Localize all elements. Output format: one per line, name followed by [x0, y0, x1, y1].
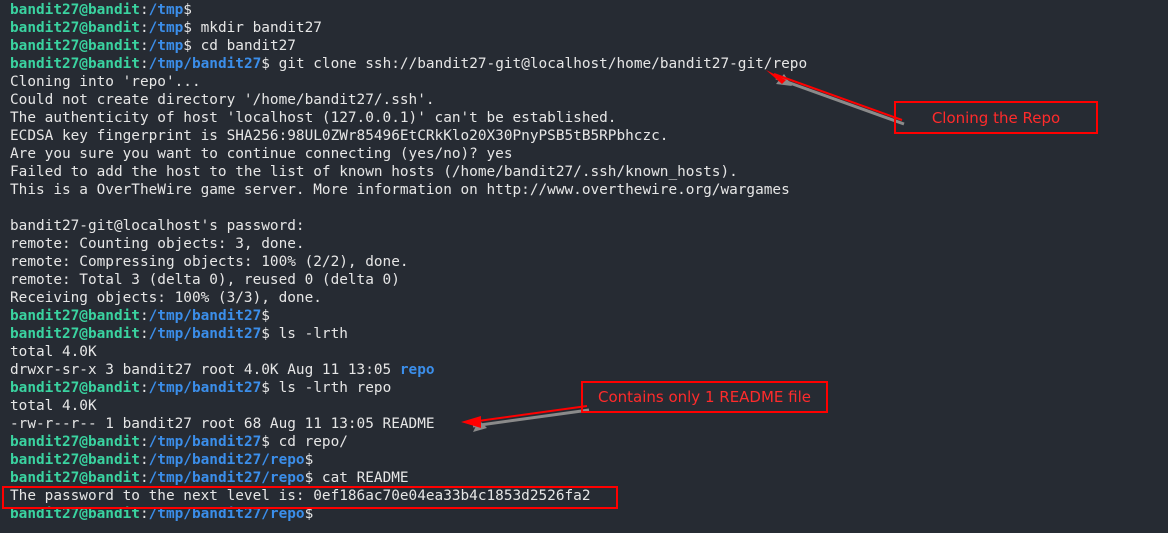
terminal-output-line: Cloning into 'repo'...: [10, 73, 807, 91]
output-text: remote: Counting objects: 3, done.: [10, 236, 305, 252]
output-text: remote: Total 3 (delta 0), reused 0 (del…: [10, 272, 400, 288]
terminal-listing-line: drwxr-sr-x 3 bandit27 root 4.0K Aug 11 1…: [10, 361, 807, 379]
prompt-dollar: $: [261, 56, 270, 72]
terminal-command: cd bandit27: [191, 38, 296, 54]
prompt-dollar: $: [183, 38, 192, 54]
terminal-output-line: This is a OverTheWire game server. More …: [10, 181, 807, 199]
terminal-prompt-line: bandit27@bandit:/tmp$ mkdir bandit27: [10, 19, 807, 37]
prompt-separator: :: [139, 2, 149, 18]
prompt-path: /tmp: [148, 38, 184, 54]
callout-clone-label: Cloning the Repo: [931, 108, 1061, 127]
output-text: -rw-r--r-- 1 bandit27 root 68 Aug 11 13:…: [10, 416, 435, 432]
terminal-command: cd repo/: [269, 434, 348, 450]
output-text: Are you sure you want to continue connec…: [10, 146, 513, 162]
prompt-path: /tmp/bandit27: [148, 308, 262, 324]
prompt-user-host: bandit27@bandit: [10, 2, 140, 18]
terminal-prompt-line: bandit27@bandit:/tmp/bandit27$ cd repo/: [10, 433, 807, 451]
output-text: Receiving objects: 100% (3/3), done.: [10, 290, 322, 306]
prompt-user-host: bandit27@bandit: [10, 56, 140, 72]
terminal-command: git clone ssh://bandit27-git@localhost/h…: [269, 56, 808, 72]
terminal-command: ls -lrth: [269, 326, 348, 342]
prompt-separator: :: [139, 452, 149, 468]
prompt-separator: :: [139, 308, 149, 324]
prompt-dollar: $: [261, 326, 270, 342]
prompt-separator: :: [139, 56, 149, 72]
terminal-output-line: remote: Compressing objects: 100% (2/2),…: [10, 253, 807, 271]
prompt-separator: :: [139, 326, 149, 342]
prompt-path: /tmp: [148, 20, 184, 36]
prompt-user-host: bandit27@bandit: [10, 20, 140, 36]
listing-directory-name: repo: [399, 362, 435, 378]
terminal-output-line: ECDSA key fingerprint is SHA256:98UL0ZWr…: [10, 127, 807, 145]
terminal-output-line: remote: Total 3 (delta 0), reused 0 (del…: [10, 271, 807, 289]
prompt-user-host: bandit27@bandit: [10, 326, 140, 342]
terminal-output-line: -rw-r--r-- 1 bandit27 root 68 Aug 11 13:…: [10, 415, 807, 433]
prompt-user-host: bandit27@bandit: [10, 308, 140, 324]
prompt-path: /tmp/bandit27/repo: [148, 452, 305, 468]
output-text: Failed to add the host to the list of kn…: [10, 164, 738, 180]
output-text: bandit27-git@localhost's password:: [10, 218, 305, 234]
output-text: The authenticity of host 'localhost (127…: [10, 110, 617, 126]
prompt-separator: :: [139, 434, 149, 450]
prompt-dollar: $: [261, 434, 270, 450]
terminal-output-line: remote: Counting objects: 3, done.: [10, 235, 807, 253]
output-text: This is a OverTheWire game server. More …: [10, 182, 790, 198]
terminal-output-line: Failed to add the host to the list of kn…: [10, 163, 807, 181]
terminal-command: ls -lrth repo: [269, 380, 392, 396]
terminal-output-line: total 4.0K: [10, 343, 807, 361]
prompt-path: /tmp/bandit27: [148, 380, 262, 396]
prompt-path: /tmp/bandit27: [148, 56, 262, 72]
callout-cloning-the-repo: Cloning the Repo: [894, 101, 1098, 134]
terminal-prompt-line: bandit27@bandit:/tmp/bandit27/repo$: [10, 451, 807, 469]
terminal-output-line: Receiving objects: 100% (3/3), done.: [10, 289, 807, 307]
prompt-path: /tmp/bandit27/repo: [148, 470, 305, 486]
terminal-prompt-line: bandit27@bandit:/tmp/bandit27$: [10, 307, 807, 325]
terminal-output-line: The authenticity of host 'localhost (127…: [10, 109, 807, 127]
output-text: total 4.0K: [10, 398, 97, 414]
prompt-user-host: bandit27@bandit: [10, 452, 140, 468]
prompt-dollar: $: [261, 308, 270, 324]
terminal-command: cat README: [313, 470, 409, 486]
callout-contains-only-one-readme: Contains only 1 README file: [581, 381, 828, 413]
output-text: Could not create directory '/home/bandit…: [10, 92, 435, 108]
prompt-path: /tmp/bandit27: [148, 326, 262, 342]
terminal-prompt-line: bandit27@bandit:/tmp/bandit27$ ls -lrth: [10, 325, 807, 343]
output-text: Cloning into 'repo'...: [10, 74, 201, 90]
prompt-dollar: $: [261, 380, 270, 396]
terminal-window[interactable]: bandit27@bandit:/tmp$ bandit27@bandit:/tm…: [0, 0, 1168, 533]
callout-readme-label: Contains only 1 README file: [597, 388, 812, 406]
terminal-output-line: Are you sure you want to continue connec…: [10, 145, 807, 163]
prompt-path: /tmp/bandit27: [148, 434, 262, 450]
prompt-user-host: bandit27@bandit: [10, 470, 140, 486]
terminal-prompt-line: bandit27@bandit:/tmp/bandit27$ git clone…: [10, 55, 807, 73]
prompt-separator: :: [139, 470, 149, 486]
prompt-separator: :: [139, 20, 149, 36]
prompt-user-host: bandit27@bandit: [10, 434, 140, 450]
prompt-user-host: bandit27@bandit: [10, 38, 140, 54]
prompt-path: /tmp: [148, 2, 184, 18]
terminal-prompt-line: bandit27@bandit:/tmp$ cd bandit27: [10, 37, 807, 55]
output-text: ECDSA key fingerprint is SHA256:98UL0ZWr…: [10, 128, 669, 144]
terminal-output-line: Could not create directory '/home/bandit…: [10, 91, 807, 109]
prompt-dollar: $: [183, 2, 192, 18]
prompt-dollar: $: [304, 470, 314, 486]
prompt-dollar: $: [183, 20, 192, 36]
output-text: total 4.0K: [10, 344, 97, 360]
prompt-separator: :: [139, 38, 149, 54]
output-text: remote: Compressing objects: 100% (2/2),…: [10, 254, 409, 270]
prompt-dollar: $: [304, 452, 314, 468]
terminal-output-line: bandit27-git@localhost's password:: [10, 217, 807, 235]
prompt-separator: :: [139, 380, 149, 396]
terminal-prompt-line: bandit27@bandit:/tmp$: [10, 1, 807, 19]
listing-metadata: drwxr-sr-x 3 bandit27 root 4.0K Aug 11 1…: [10, 362, 400, 378]
terminal-command: mkdir bandit27: [191, 20, 322, 36]
prompt-user-host: bandit27@bandit: [10, 380, 140, 396]
password-highlight-box: [2, 486, 618, 509]
terminal-prompt-line: bandit27@bandit:/tmp/bandit27/repo$ cat …: [10, 469, 807, 487]
terminal-output-line: [10, 199, 807, 217]
terminal-output: bandit27@bandit:/tmp$ bandit27@bandit:/tm…: [10, 1, 807, 523]
